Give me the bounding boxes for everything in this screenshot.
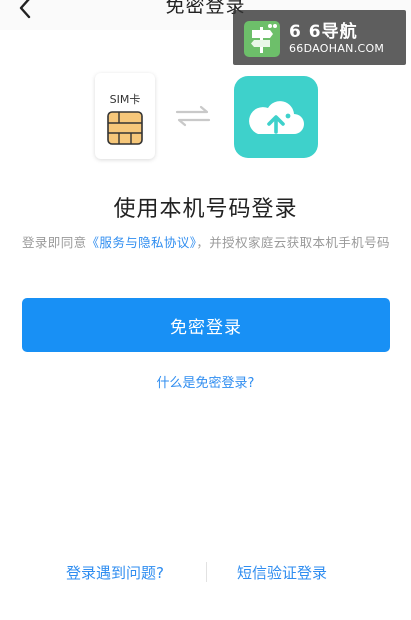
main-heading: 使用本机号码登录 (113, 197, 298, 222)
watermark-title: 6 6导航 (289, 22, 358, 42)
watermark-badge: 6 6导航 66DAOHAN.COM (233, 10, 406, 65)
login-problem-link[interactable]: 登录遇到问题? (66, 562, 164, 583)
watermark-subtitle: 66DAOHAN.COM (289, 42, 385, 55)
agreement-prefix: 登录即同意 (22, 235, 87, 250)
cloud-icon (249, 101, 304, 134)
sim-label: SIM卡 (109, 93, 141, 106)
what-is-password-free-link[interactable]: 什么是免密登录? (0, 372, 411, 391)
signpost-logo-icon (244, 21, 280, 57)
sms-login-link[interactable]: 短信验证登录 (237, 562, 327, 583)
sim-card-icon (107, 111, 143, 145)
agreement-suffix: ，并授权家庭云获取本机手机号码 (196, 235, 390, 250)
swap-arrows-icon (175, 105, 211, 127)
password-free-login-button[interactable]: 免密登录 (22, 298, 390, 352)
agreement-text: 登录即同意《服务与隐私协议》，并授权家庭云获取本机手机号码 (22, 232, 392, 253)
privacy-agreement-link[interactable]: 《服务与隐私协议》 (87, 235, 197, 250)
footer-divider (206, 562, 207, 582)
app-icon-tile (234, 76, 318, 158)
sim-card-tile: SIM卡 (95, 73, 155, 159)
